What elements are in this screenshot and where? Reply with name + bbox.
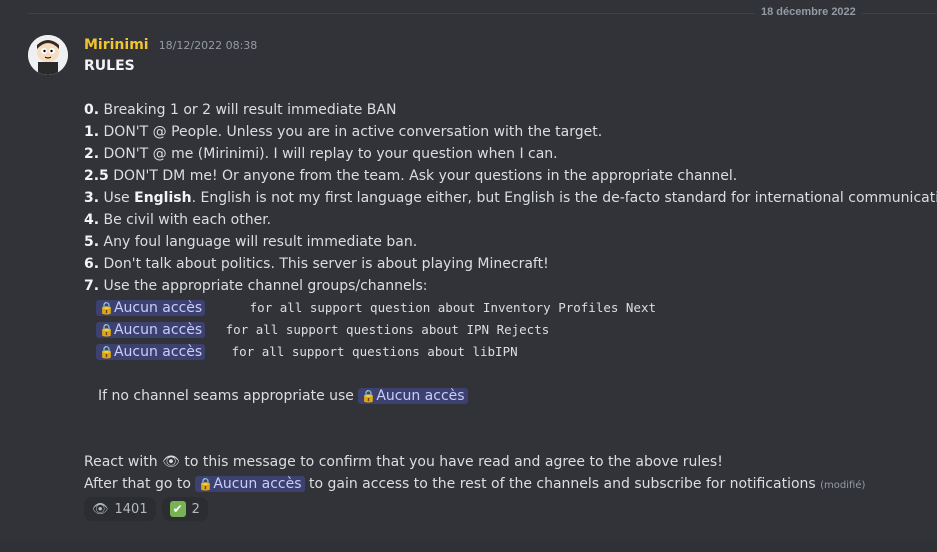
channel-mention[interactable]: 🔒Aucun accès (96, 344, 206, 360)
channel-mention[interactable]: 🔒Aucun accès (96, 322, 206, 338)
date-divider-label: 18 décembre 2022 (755, 6, 862, 18)
message-timestamp[interactable]: 18/12/2022 08:38 (159, 39, 258, 52)
eye-icon: 👁 (162, 454, 180, 470)
reactions: 👁 1401 ✔ 2 (84, 497, 208, 521)
rule-2-5: 2.5 DON'T DM me! Or anyone from the team… (84, 168, 738, 184)
lock-icon: 🔒 (198, 477, 214, 491)
fallback-line: If no channel seams appropriate use 🔒Auc… (84, 385, 927, 407)
check-icon: ✔ (169, 501, 186, 517)
channel-desc: for all support question about Inventory… (249, 300, 657, 315)
channel-desc: for all support questions about libIPN (231, 344, 518, 359)
channel-line-1: 🔒Aucun accès for all support question ab… (84, 297, 927, 319)
reaction-count: 2 (191, 501, 200, 517)
edited-label: (modifié) (820, 480, 866, 491)
channel-line-2: 🔒Aucun accès for all support questions a… (84, 319, 927, 341)
rule-4: 4. Be civil with each other. (84, 212, 272, 228)
rule-2: 2. DON'T @ me (Mirinimi). I will replay … (84, 146, 558, 162)
rule-5: 5. Any foul language will result immedia… (84, 234, 418, 250)
rule-1: 1. DON'T @ People. Unless you are in act… (84, 124, 603, 140)
avatar-image (28, 35, 68, 75)
channel-mention[interactable]: 🔒Aucun accès (96, 300, 206, 316)
rule-3: 3. Use English. English is not my first … (84, 190, 937, 206)
channel-mention[interactable]: 🔒Aucun accès (195, 476, 305, 492)
rule-0: 0. Breaking 1 or 2 will result immediate… (84, 102, 397, 118)
lock-icon: 🔒 (99, 323, 114, 337)
lock-icon: 🔒 (99, 345, 114, 359)
channel-line-3: 🔒Aucun accès for all support questions a… (84, 341, 927, 363)
author-name[interactable]: Mirinimi (84, 37, 149, 53)
avatar[interactable] (28, 35, 68, 75)
reaction-eye[interactable]: 👁 1401 (84, 497, 156, 521)
reaction-check[interactable]: ✔ 2 (161, 497, 208, 521)
channel-mention[interactable]: 🔒Aucun accès (358, 388, 468, 404)
lock-icon: 🔒 (99, 301, 114, 315)
message: Mirinimi 18/12/2022 08:38 RULES 0. Break… (84, 34, 937, 497)
react-line: React with 👁 to this message to confirm … (84, 454, 723, 470)
rule-7: 7. Use the appropriate channel groups/ch… (84, 278, 428, 294)
reaction-count: 1401 (114, 501, 148, 517)
rule-6: 6. Don't talk about politics. This serve… (84, 256, 549, 272)
channel-desc: for all support questions about IPN Reje… (225, 322, 550, 337)
bottom-divider (0, 540, 937, 552)
eye-icon: 👁 (92, 501, 109, 517)
message-title: RULES (84, 58, 135, 74)
after-line: After that go to 🔒Aucun accès to gain ac… (84, 476, 866, 492)
lock-icon: 🔒 (361, 389, 377, 403)
